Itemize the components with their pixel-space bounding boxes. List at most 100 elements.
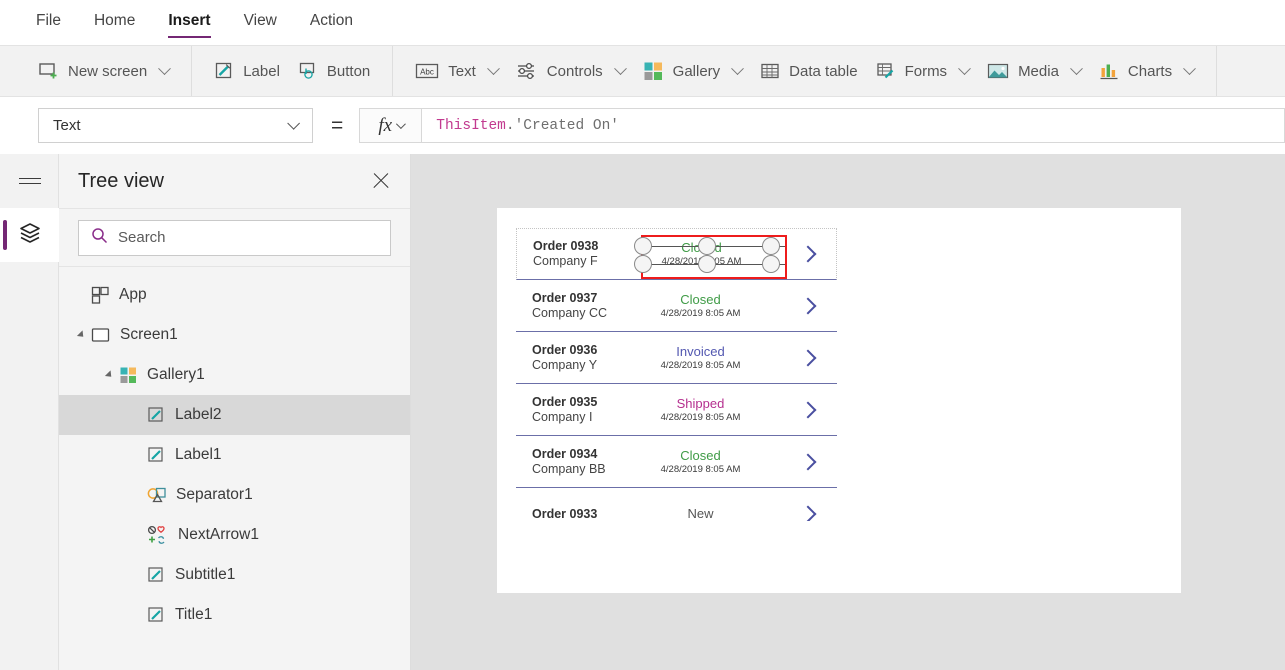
gallery-row[interactable]: Order 0933 New (516, 488, 837, 521)
tree-item-label: Subtitle1 (175, 566, 236, 583)
text-button[interactable]: Abc Text (406, 51, 507, 91)
gallery-row-middle: Invoiced 4/28/2019 8:05 AM (623, 344, 778, 372)
tree-item-subtitle1[interactable]: Subtitle1 (59, 555, 410, 595)
chevron-down-icon[interactable] (731, 61, 745, 75)
caret-placeholder (133, 490, 142, 499)
gallery-row[interactable]: Order 0935 Company I Shipped 4/28/2019 8… (516, 384, 837, 436)
gallery-row-left: Order 0935 Company I (516, 395, 623, 425)
tree-item-gallery1[interactable]: Gallery1 (59, 355, 410, 395)
next-arrow[interactable] (778, 297, 837, 314)
gallery-row-middle: New (623, 506, 778, 521)
order-title: Order 0934 (532, 446, 598, 461)
chevron-right-icon (799, 453, 816, 470)
chevron-down-icon[interactable] (958, 61, 971, 75)
tree-item-nextarrow1[interactable]: NextArrow1 (59, 515, 410, 555)
hamburger-menu-button[interactable] (0, 154, 59, 208)
fx-button[interactable]: fx (359, 108, 423, 143)
charts-icon (1099, 61, 1119, 81)
label-button[interactable]: Label (205, 51, 289, 91)
gallery-icon (643, 61, 664, 82)
gallery-icon (119, 366, 138, 385)
order-title: Order 0937 (532, 290, 598, 305)
chevron-down-icon[interactable] (613, 61, 627, 75)
text-abc-icon: Abc (415, 62, 439, 80)
formula-token-identifier: ThisItem (436, 117, 506, 134)
order-status: Invoiced (676, 343, 725, 359)
next-arrow[interactable] (779, 245, 836, 263)
charts-button[interactable]: Charts (1090, 51, 1203, 91)
ribbon-group-controls: Abc Text Controls Gallery Data table For… (393, 46, 1218, 96)
menu-item-insert[interactable]: Insert (168, 12, 211, 38)
app-screen-canvas[interactable]: Order 0938 Company F Closed 4/28/2019 8:… (497, 208, 1181, 593)
menu-item-home[interactable]: Home (94, 12, 135, 33)
forms-button-label: Forms (904, 62, 948, 80)
order-date: 4/28/2019 8:05 AM (660, 359, 741, 371)
label-icon (147, 566, 166, 585)
gallery-row-middle: Shipped 4/28/2019 8:05 AM (623, 396, 778, 424)
data-table-button[interactable]: Data table (751, 51, 866, 91)
menu-item-action[interactable]: Action (310, 12, 353, 33)
chevron-down-icon[interactable] (486, 61, 500, 75)
canvas-area[interactable]: Order 0938 Company F Closed 4/28/2019 8:… (411, 154, 1285, 670)
svg-text:Abc: Abc (420, 67, 434, 76)
tree-item-label2[interactable]: Label2 (59, 395, 410, 435)
gallery-row-middle: Closed 4/28/2019 8:05 AM (623, 292, 778, 320)
tree-item-separator1[interactable]: Separator1 (59, 475, 410, 515)
fx-icon: fx (378, 114, 393, 136)
button-button[interactable]: Button (289, 51, 379, 91)
expand-caret-icon[interactable] (76, 330, 87, 340)
new-screen-label: New screen (68, 62, 148, 80)
button-button-label: Button (326, 62, 371, 80)
menu-item-view[interactable]: View (244, 12, 277, 33)
new-screen-button[interactable]: New screen (28, 51, 178, 91)
gallery-row-left: Order 0934 Company BB (516, 447, 623, 477)
order-title: Order 0938 (533, 239, 599, 253)
property-selector[interactable]: Text (38, 108, 313, 143)
gallery-row[interactable]: Order 0938 Company F Closed 4/28/2019 8:… (516, 228, 837, 280)
chevron-down-icon[interactable] (158, 61, 172, 75)
chevron-down-icon[interactable] (1183, 61, 1196, 75)
search-box[interactable] (78, 219, 391, 256)
tree-item-label1[interactable]: Label1 (59, 435, 410, 475)
tree-view-panel: Tree view Search App Screen1 Gallery1 La… (59, 154, 411, 670)
gallery-row[interactable]: Order 0937 Company CC Closed 4/28/2019 8… (516, 280, 837, 332)
tree-view-rail-tab[interactable] (0, 208, 59, 262)
menu-item-file[interactable]: File (36, 12, 61, 33)
tree-item-app[interactable]: App (59, 275, 410, 315)
next-arrow[interactable] (778, 453, 837, 470)
formula-bar: Text = fx ThisItem .'Created On' (0, 97, 1285, 154)
formula-input[interactable]: ThisItem .'Created On' (422, 108, 1285, 143)
chevron-down-icon[interactable] (1070, 61, 1083, 75)
gallery-row[interactable]: Order 0934 Company BB Closed 4/28/2019 8… (516, 436, 837, 488)
tree-item-screen1[interactable]: Screen1 (59, 315, 410, 355)
tree-item-label: Separator1 (176, 486, 253, 503)
expand-caret-icon[interactable] (104, 370, 115, 380)
ribbon-group-basic: Label Button (192, 46, 394, 96)
tree-item-label: Gallery1 (147, 366, 205, 383)
gallery-button[interactable]: Gallery (634, 51, 752, 91)
next-arrow[interactable] (778, 401, 837, 418)
order-date: 4/28/2019 8:05 AM (660, 463, 741, 475)
close-icon[interactable] (368, 168, 394, 194)
order-company: Company Y (532, 357, 598, 372)
tree-search-container (59, 209, 410, 267)
gallery-row[interactable]: Order 0936 Company Y Invoiced 4/28/2019 … (516, 332, 837, 384)
media-button[interactable]: Media (978, 51, 1090, 91)
active-indicator (3, 220, 7, 250)
chevron-down-icon (396, 119, 406, 130)
next-arrow[interactable] (778, 505, 837, 521)
gallery1-control[interactable]: Order 0938 Company F Closed 4/28/2019 8:… (516, 228, 837, 521)
label-icon (214, 61, 234, 81)
order-date: 4/28/2019 8:05 AM (660, 307, 741, 319)
tree-item-label: App (119, 286, 147, 303)
forms-button[interactable]: Forms (867, 51, 979, 91)
gallery-row-middle: Closed 4/28/2019 8:05 AM (623, 448, 778, 476)
search-input[interactable] (118, 229, 378, 246)
tree-item-title1[interactable]: Title1 (59, 595, 410, 635)
order-status: Shipped (676, 395, 725, 411)
tree-view-list: App Screen1 Gallery1 Label2 Label1 Separ… (59, 267, 410, 635)
next-arrow[interactable] (778, 349, 837, 366)
tree-item-label: Title1 (175, 606, 213, 623)
controls-button[interactable]: Controls (507, 51, 634, 91)
layers-icon (17, 220, 43, 251)
